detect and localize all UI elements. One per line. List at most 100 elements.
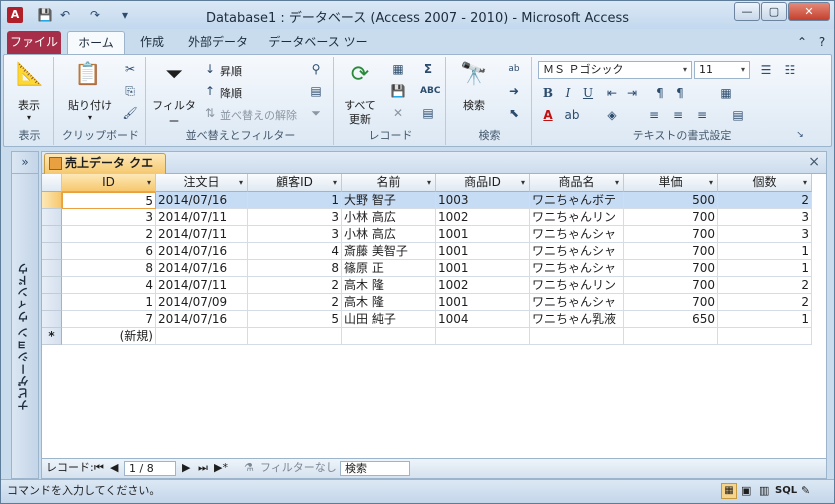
remove-sort-icon[interactable]: ⇅ (202, 105, 218, 121)
table-cell[interactable]: 1003 (436, 192, 530, 209)
table-cell[interactable]: 4 (62, 277, 156, 294)
column-header[interactable]: 名前 ▾ (342, 174, 436, 192)
table-cell[interactable]: 斎藤 美智子 (342, 243, 436, 260)
paste-dropdown-icon[interactable]: ▾ (60, 113, 120, 122)
table-cell[interactable]: 500 (624, 192, 718, 209)
table-cell[interactable]: (新規) (62, 328, 156, 345)
table-cell[interactable] (624, 328, 718, 345)
nav-pane-toggle-icon[interactable]: » (12, 152, 38, 174)
table-cell[interactable]: 2 (718, 277, 812, 294)
table-cell[interactable]: 2014/07/16 (156, 260, 248, 277)
refresh-all-icon[interactable]: ⟳ (344, 59, 376, 91)
font-name-combo[interactable]: ＭＳ Ｐゴシック ▾ (538, 61, 692, 79)
copy-icon[interactable]: ⎘ (122, 83, 138, 99)
table-cell[interactable]: 2014/07/11 (156, 277, 248, 294)
font-color-icon[interactable]: A (540, 107, 556, 123)
sort-descending-button[interactable]: 降順 (220, 85, 242, 101)
filter-icon[interactable]: ⏷ (158, 59, 190, 91)
table-cell[interactable]: 700 (624, 294, 718, 311)
align-center-icon[interactable]: ≡ (670, 107, 686, 123)
column-header[interactable]: 注文日 ▾ (156, 174, 248, 192)
document-tab-sales-query[interactable]: 売上データ クエリ (44, 153, 166, 189)
select-icon[interactable]: ⬉ (506, 105, 522, 121)
table-cell[interactable]: 1001 (436, 226, 530, 243)
navigation-pane[interactable]: » ナビゲーション ウィンドウ (11, 151, 39, 479)
paste-button[interactable]: 貼り付け (60, 97, 120, 113)
table-cell[interactable]: 650 (624, 311, 718, 328)
table-cell[interactable]: 4 (248, 243, 342, 260)
record-selector[interactable] (42, 260, 62, 277)
font-size-combo[interactable]: 11 ▾ (694, 61, 750, 79)
indent-decrease-icon[interactable]: ⇤ (604, 85, 620, 101)
bold-icon[interactable]: B (540, 85, 556, 101)
table-cell[interactable]: 7 (62, 311, 156, 328)
new-record-icon[interactable]: ▦ (390, 61, 406, 77)
toggle-filter-icon[interactable]: ⏷ (308, 105, 324, 121)
fill-color-icon[interactable]: ◈ (604, 107, 620, 123)
table-cell[interactable]: 700 (624, 260, 718, 277)
replace-icon[interactable]: ab (506, 61, 522, 77)
table-cell[interactable]: 8 (62, 260, 156, 277)
column-filter-dropdown-icon[interactable]: ▾ (615, 174, 619, 191)
table-cell[interactable]: ワニちゃん乳液 (530, 311, 624, 328)
refresh-all-label-2[interactable]: 更新 (336, 111, 384, 127)
indent-increase-icon[interactable]: ⇥ (624, 85, 640, 101)
table-cell[interactable]: 2 (718, 294, 812, 311)
sort-ascending-icon[interactable]: ↓ (202, 61, 218, 77)
pivot-table-view-icon[interactable]: ▣ (741, 480, 751, 502)
table-cell[interactable]: 1001 (436, 243, 530, 260)
table-cell[interactable]: ワニちゃんシャ (530, 260, 624, 277)
table-cell[interactable]: 6 (62, 243, 156, 260)
filter-status-label[interactable]: フィルターなし (260, 459, 337, 477)
minimize-button[interactable]: — (734, 2, 760, 21)
table-cell[interactable]: 1 (718, 311, 812, 328)
delete-record-icon[interactable]: ✕ (390, 105, 406, 121)
tab-external-data[interactable]: 外部データ (181, 31, 255, 55)
tab-database-tools[interactable]: データベース ツール (263, 31, 373, 71)
table-cell[interactable]: 2014/07/11 (156, 209, 248, 226)
select-all-corner[interactable] (42, 174, 62, 192)
table-cell[interactable]: 700 (624, 277, 718, 294)
cut-icon[interactable]: ✂ (122, 61, 138, 77)
rtl-icon[interactable]: ¶ (672, 85, 688, 101)
table-cell[interactable] (342, 328, 436, 345)
gridlines-icon[interactable]: ▦ (718, 85, 734, 101)
record-selector[interactable] (42, 209, 62, 226)
table-cell[interactable]: 小林 高広 (342, 209, 436, 226)
table-cell[interactable]: 2014/07/11 (156, 226, 248, 243)
goto-icon[interactable]: ➜ (506, 83, 522, 99)
table-cell[interactable]: 1 (248, 192, 342, 209)
record-selector[interactable] (42, 311, 62, 328)
table-cell[interactable]: 5 (62, 192, 156, 209)
find-button[interactable]: 検索 (448, 97, 500, 113)
table-cell[interactable]: ワニちゃんシャ (530, 226, 624, 243)
tab-create[interactable]: 作成 (131, 31, 173, 55)
table-cell[interactable]: 700 (624, 209, 718, 226)
first-record-icon[interactable]: ⏮ (94, 459, 104, 477)
last-record-icon[interactable]: ⏭ (198, 459, 208, 477)
help-icon[interactable]: ? (813, 31, 831, 55)
table-cell[interactable]: 1 (718, 243, 812, 260)
table-cell[interactable]: ワニちゃんシャ (530, 243, 624, 260)
table-cell[interactable]: 2014/07/09 (156, 294, 248, 311)
maximize-button[interactable]: ▢ (761, 2, 787, 21)
table-cell[interactable]: 1002 (436, 209, 530, 226)
column-filter-dropdown-icon[interactable]: ▾ (803, 174, 807, 191)
table-cell[interactable]: 2014/07/16 (156, 192, 248, 209)
table-cell[interactable]: 3 (62, 209, 156, 226)
table-cell[interactable] (156, 328, 248, 345)
sql-view-icon[interactable]: SQL (775, 480, 797, 502)
column-header[interactable]: ID ▾ (62, 174, 156, 192)
find-binoculars-icon[interactable]: 🔭 (458, 59, 490, 91)
prev-record-icon[interactable]: ◀ (110, 459, 118, 477)
close-document-icon[interactable]: × (808, 154, 820, 170)
table-cell[interactable] (718, 328, 812, 345)
font-name-dropdown-icon[interactable]: ▾ (679, 62, 691, 78)
align-left-icon[interactable]: ≡ (646, 107, 662, 123)
column-filter-dropdown-icon[interactable]: ▾ (239, 174, 243, 191)
record-selector[interactable] (42, 226, 62, 243)
table-cell[interactable]: 2014/07/16 (156, 243, 248, 260)
table-cell[interactable] (530, 328, 624, 345)
highlight-icon[interactable]: ab (564, 107, 580, 123)
new-record-nav-icon[interactable]: ▶* (214, 459, 228, 477)
